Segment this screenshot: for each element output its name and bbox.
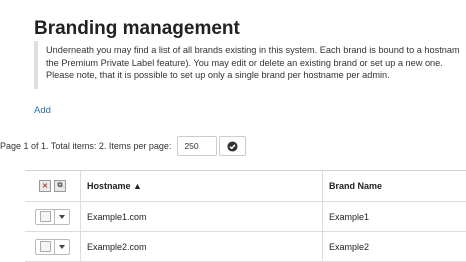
- page-title: Branding management: [34, 18, 240, 39]
- brand-name-cell: Example2: [322, 231, 466, 262]
- pager: Page 1 of 1. Total items: 2. Items per p…: [0, 136, 247, 156]
- table-row: Example2.com Example2: [25, 231, 466, 262]
- add-link[interactable]: Add: [34, 105, 51, 116]
- brands-table: ✕ ⧉ Hostname ▲ Brand Name Example1.com E…: [25, 170, 466, 262]
- table-header-row: ✕ ⧉ Hostname ▲ Brand Name: [25, 170, 466, 202]
- chevron-down-icon[interactable]: [55, 240, 69, 254]
- hostname-cell: Example2.com: [80, 231, 323, 262]
- row-select-control[interactable]: [35, 208, 70, 225]
- info-line-1: Underneath you may find a list of all br…: [46, 45, 460, 55]
- delete-selected-icon[interactable]: ✕: [39, 180, 51, 192]
- column-header-hostname[interactable]: Hostname ▲: [80, 170, 323, 202]
- column-header-brand-name[interactable]: Brand Name: [322, 170, 466, 202]
- info-box: Underneath you may find a list of all br…: [34, 41, 466, 89]
- row-checkbox[interactable]: [36, 209, 55, 224]
- items-per-page-input[interactable]: [177, 136, 218, 156]
- info-line-3: Please note, that it is possible to set …: [46, 70, 390, 80]
- row-checkbox[interactable]: [36, 239, 55, 254]
- actions-header: ✕ ⧉: [25, 170, 81, 202]
- info-line-2: the Premium Private Label feature). You …: [46, 57, 443, 68]
- pager-summary: Page 1 of 1. Total items: 2. Items per p…: [0, 141, 172, 151]
- table-row: Example1.com Example1: [25, 201, 466, 232]
- apply-per-page-button[interactable]: [219, 136, 247, 156]
- row-actions-cell: [25, 231, 81, 262]
- check-circle-icon: [227, 140, 238, 152]
- hostname-cell: Example1.com: [80, 201, 323, 232]
- brand-name-cell: Example1: [322, 201, 466, 232]
- chevron-down-icon[interactable]: [55, 210, 69, 224]
- row-actions-cell: [25, 201, 81, 232]
- row-select-control[interactable]: [35, 238, 70, 255]
- copy-selected-icon[interactable]: ⧉: [54, 180, 66, 192]
